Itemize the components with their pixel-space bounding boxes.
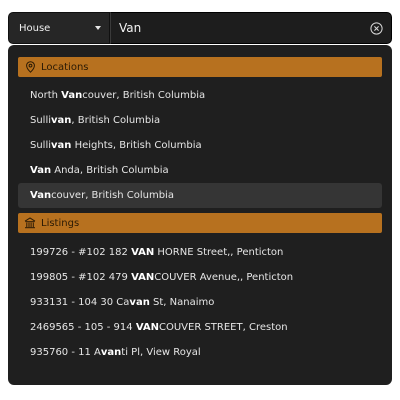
section-title: Locations xyxy=(41,61,89,73)
locations-list: North Vancouver, British Columbia Sulliv… xyxy=(8,83,392,208)
result-text: COUVER STREET, Creston xyxy=(159,322,288,333)
listings-list: 199726 - #102 182 VAN HORNE Street,, Pen… xyxy=(8,240,392,365)
result-text: HORNE Street,, Penticton xyxy=(154,247,284,258)
result-text: couver, British Columbia xyxy=(51,190,174,201)
result-text: , British Columbia xyxy=(71,115,161,126)
section-header-listings: Listings xyxy=(18,213,382,233)
result-text: 199726 - #102 182 xyxy=(30,247,132,258)
match-highlight: Van xyxy=(30,165,52,176)
listing-result[interactable]: 935760 - 11 Avanti Pl, View Royal xyxy=(18,340,382,365)
search-field-container xyxy=(110,12,392,44)
clear-search-button[interactable] xyxy=(369,21,383,35)
result-text: Anda, British Columbia xyxy=(51,165,169,176)
match-highlight: VAN xyxy=(131,247,155,258)
result-text: 199805 - #102 479 xyxy=(30,272,132,283)
listing-result[interactable]: 199726 - #102 182 VAN HORNE Street,, Pen… xyxy=(18,240,382,265)
location-result[interactable]: Sullivan, British Columbia xyxy=(18,108,382,133)
result-text: ti Pl, View Royal xyxy=(121,347,201,358)
match-highlight: Van xyxy=(61,90,83,101)
building-icon xyxy=(24,217,36,229)
listing-result[interactable]: 199805 - #102 479 VANCOUVER Avenue,, Pen… xyxy=(18,265,382,290)
result-text: 935760 - 11 A xyxy=(30,347,101,358)
match-highlight: van xyxy=(129,297,150,308)
property-type-dropdown[interactable]: House xyxy=(8,12,110,44)
search-bar: House xyxy=(8,12,392,44)
location-pin-icon xyxy=(24,61,36,73)
section-header-locations: Locations xyxy=(18,57,382,77)
location-result[interactable]: Sullivan Heights, British Columbia xyxy=(18,133,382,158)
search-input[interactable] xyxy=(119,21,369,35)
listing-result[interactable]: 933131 - 104 30 Cavan St, Nanaimo xyxy=(18,290,382,315)
result-text: Sulli xyxy=(30,140,52,151)
listing-result[interactable]: 2469565 - 105 - 914 VANCOUVER STREET, Cr… xyxy=(18,315,382,340)
match-highlight: van xyxy=(51,140,72,151)
match-highlight: van xyxy=(100,347,122,358)
result-text: 933131 - 104 30 Ca xyxy=(30,297,130,308)
location-result[interactable]: Vancouver, British Columbia xyxy=(18,183,382,208)
location-result[interactable]: North Vancouver, British Columbia xyxy=(18,83,382,108)
suggestions-dropdown: Locations North Vancouver, British Colum… xyxy=(8,45,392,385)
result-text: 2469565 - 105 - 914 xyxy=(30,322,136,333)
chevron-down-icon xyxy=(95,26,101,30)
match-highlight: van xyxy=(51,115,72,126)
property-type-value: House xyxy=(19,22,51,34)
result-text: COUVER Avenue,, Penticton xyxy=(154,272,294,283)
match-highlight: Van xyxy=(30,190,52,201)
section-title: Listings xyxy=(41,217,80,229)
result-text: Heights, British Columbia xyxy=(71,140,202,151)
close-circle-icon xyxy=(369,21,383,35)
result-text: St, Nanaimo xyxy=(149,297,215,308)
result-text: North xyxy=(30,90,62,101)
result-text: couver, British Columbia xyxy=(82,90,206,101)
result-text: Sulli xyxy=(30,115,52,126)
match-highlight: VAN xyxy=(131,272,155,283)
match-highlight: VAN xyxy=(135,322,159,333)
location-result[interactable]: Van Anda, British Columbia xyxy=(18,158,382,183)
